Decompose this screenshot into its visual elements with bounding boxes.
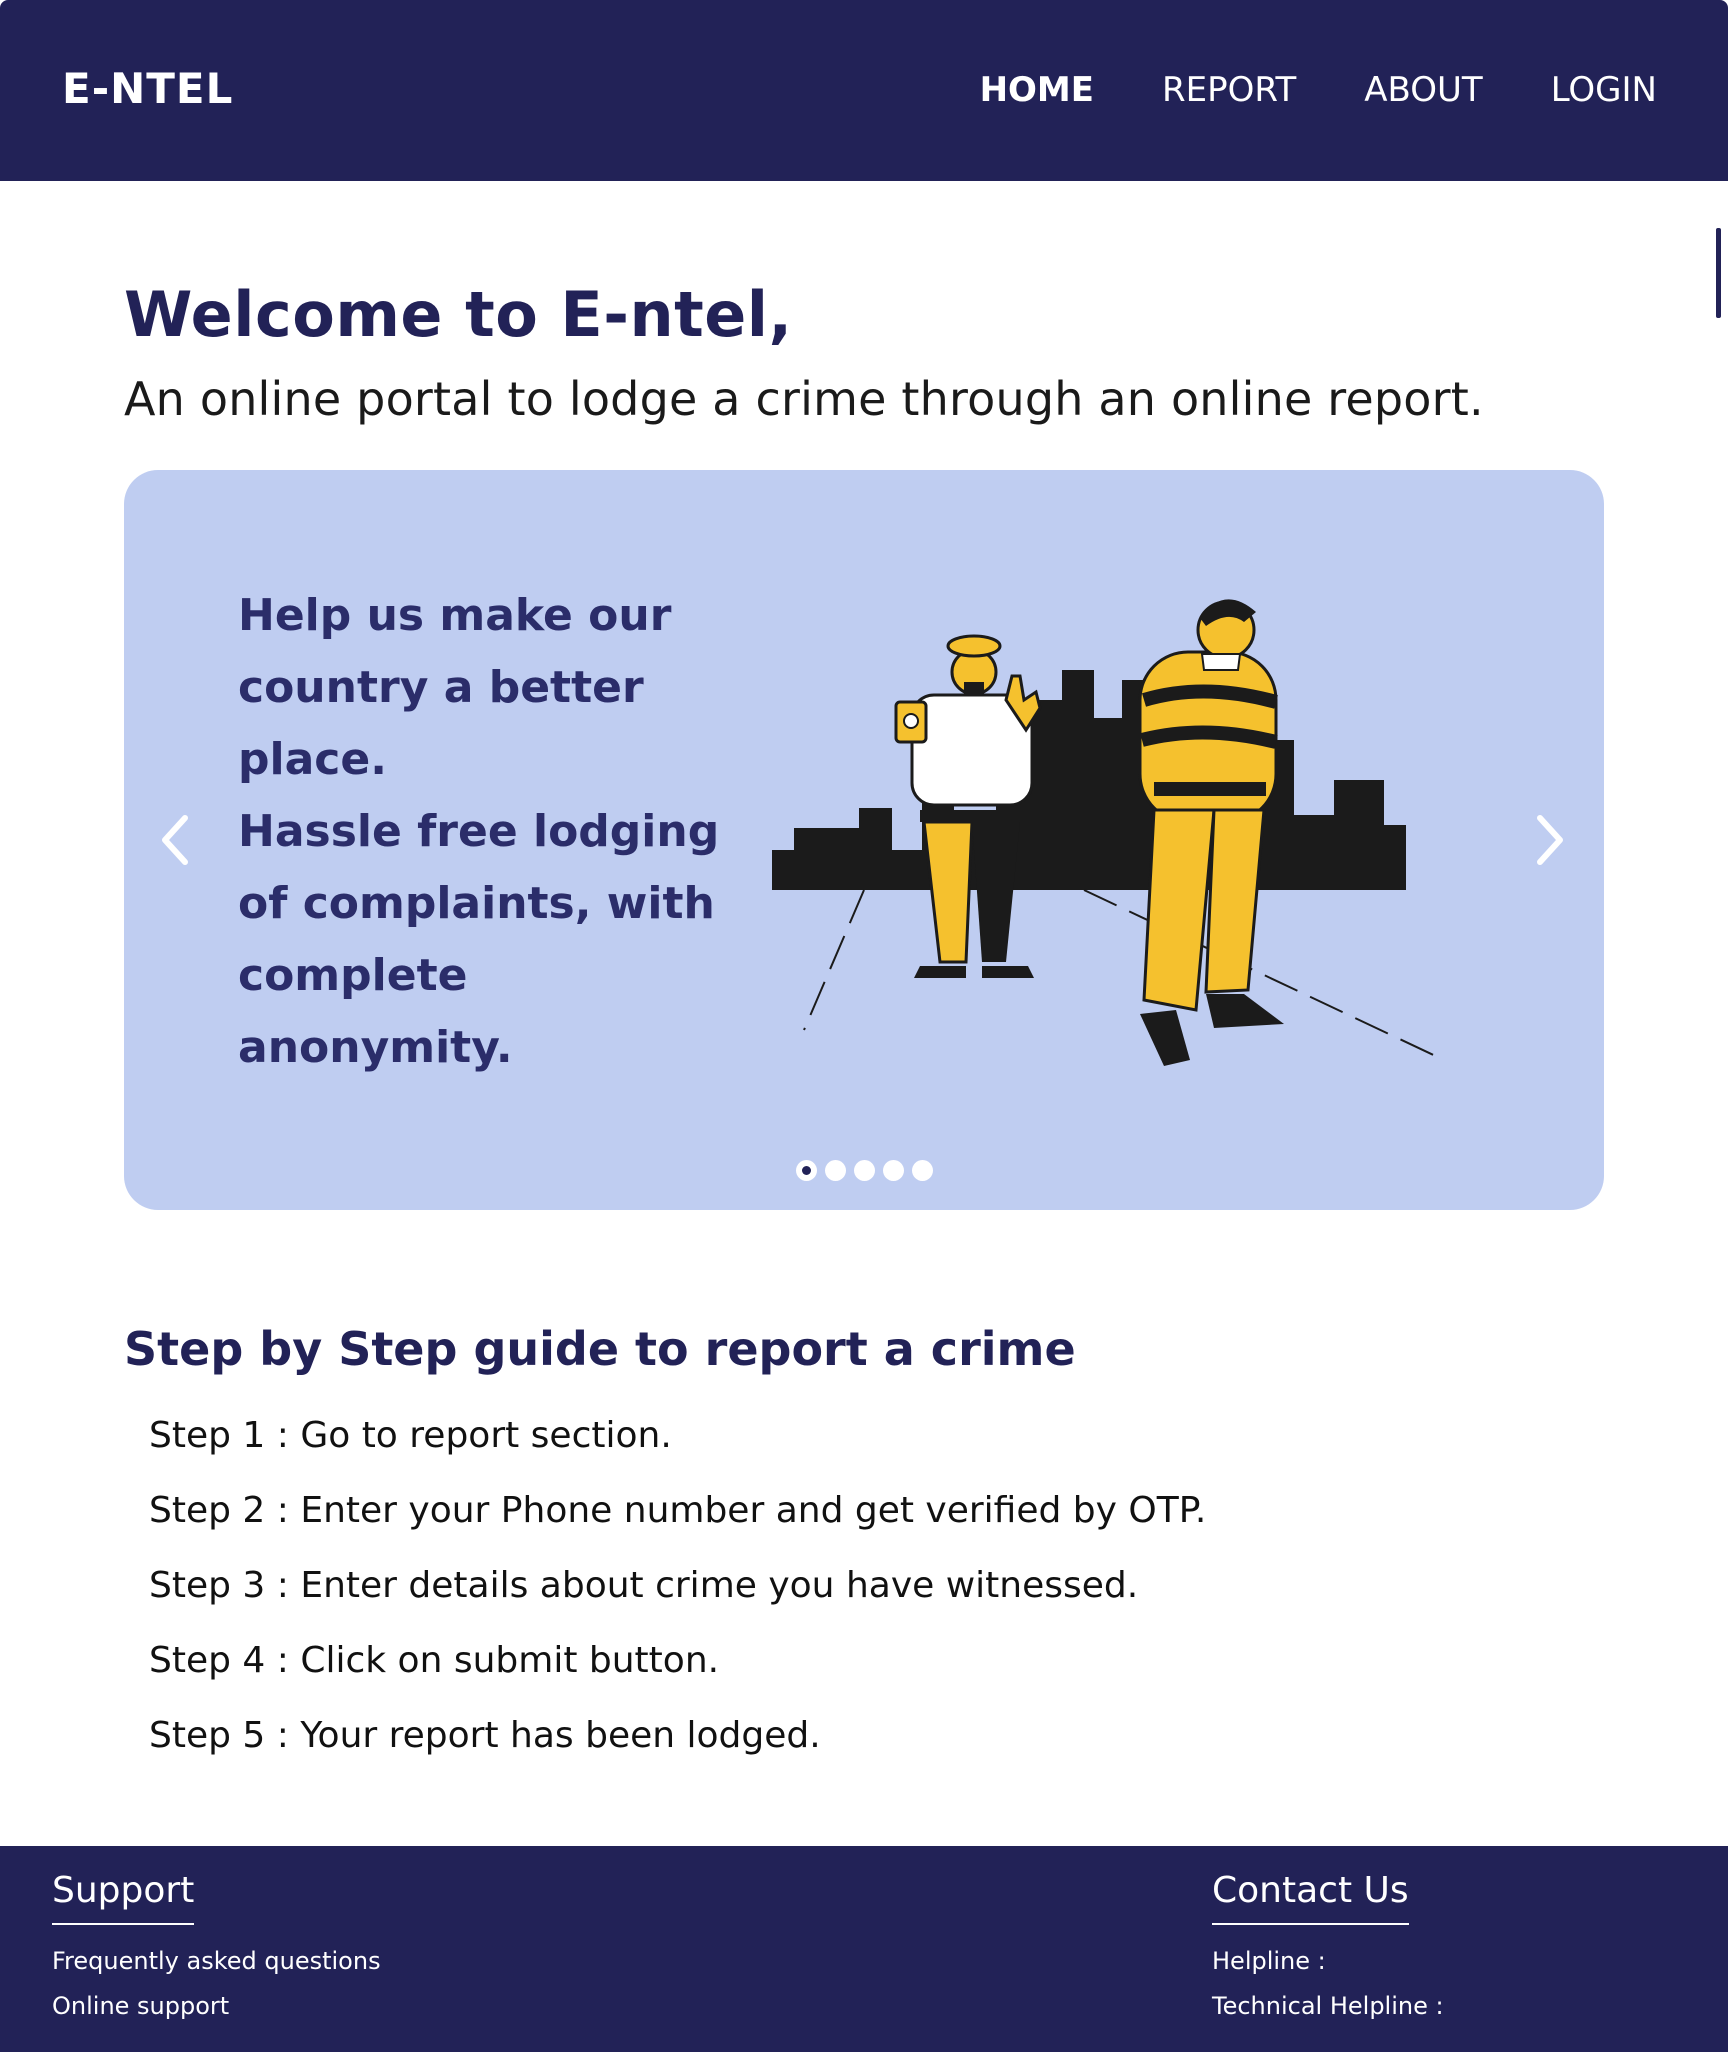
carousel-dot-2[interactable] — [825, 1160, 846, 1181]
slide-text-line: Hassle free lodging — [238, 806, 720, 857]
slide-text-line: Help us make our — [238, 590, 672, 641]
suspect-figure — [1138, 599, 1284, 1066]
site-footer: Support Frequently asked questions Onlin… — [0, 1846, 1728, 2052]
main-nav: HOME REPORT ABOUT LOGIN — [980, 70, 1657, 110]
guide-step: Step 5 : Your report has been lodged. — [149, 1715, 821, 1756]
city-skyline — [772, 670, 1406, 890]
helpline-label: Helpline : — [1212, 1947, 1326, 1975]
slide-text-line: country a better — [238, 662, 644, 713]
carousel-next-button[interactable] — [1526, 800, 1576, 880]
carousel-dot-1[interactable] — [796, 1160, 817, 1181]
page-subtitle: An online portal to lodge a crime throug… — [124, 372, 1484, 426]
guide-step: Step 2 : Enter your Phone number and get… — [149, 1490, 1207, 1531]
guide-step: Step 1 : Go to report section. — [149, 1415, 672, 1456]
carousel-dot-4[interactable] — [883, 1160, 904, 1181]
chevron-left-icon — [162, 815, 188, 865]
guide-steps-list: Step 1 : Go to report section. Step 2 : … — [149, 1412, 1206, 1787]
slide-text-line: of complaints, with — [238, 878, 715, 929]
hero-carousel: Help us make our country a better place.… — [124, 470, 1604, 1210]
page-title: Welcome to E-ntel, — [124, 278, 793, 351]
slide-text-line: place. — [238, 734, 387, 785]
guide-step: Step 4 : Click on submit button. — [149, 1640, 720, 1681]
guide-heading: Step by Step guide to report a crime — [124, 1322, 1076, 1376]
carousel-indicators — [796, 1160, 933, 1181]
carousel-slide-text: Help us make our country a better place.… — [238, 580, 758, 1084]
police-and-suspect-illustration — [772, 599, 1445, 1066]
online-support-link[interactable]: Online support — [52, 1984, 381, 2029]
nav-login-link[interactable]: LOGIN — [1551, 70, 1657, 110]
carousel-prev-button[interactable] — [149, 800, 199, 880]
chevron-right-icon — [1537, 815, 1563, 865]
guide-step: Step 3 : Enter details about crime you h… — [149, 1565, 1139, 1606]
footer-support-column: Support Frequently asked questions Onlin… — [52, 1870, 381, 2029]
top-navbar: E-NTEL HOME REPORT ABOUT LOGIN — [0, 0, 1728, 181]
slide-text-line: complete — [238, 950, 468, 1001]
site-logo[interactable]: E-NTEL — [62, 64, 233, 113]
scrollbar-thumb[interactable] — [1716, 228, 1721, 318]
footer-support-heading: Support — [52, 1870, 195, 1925]
nav-home-link[interactable]: HOME — [980, 70, 1094, 110]
footer-contact-heading: Contact Us — [1212, 1870, 1409, 1925]
road-lines — [803, 889, 1445, 1061]
faq-link[interactable]: Frequently asked questions — [52, 1939, 381, 1984]
technical-helpline-label: Technical Helpline : — [1212, 1992, 1444, 2020]
nav-about-link[interactable]: ABOUT — [1364, 70, 1482, 110]
footer-contact-column: Contact Us Helpline : Technical Helpline… — [1212, 1870, 1444, 2029]
slide-text-line: anonymity. — [238, 1022, 513, 1073]
nav-report-link[interactable]: REPORT — [1162, 70, 1296, 110]
carousel-dot-5[interactable] — [912, 1160, 933, 1181]
carousel-dot-3[interactable] — [854, 1160, 875, 1181]
